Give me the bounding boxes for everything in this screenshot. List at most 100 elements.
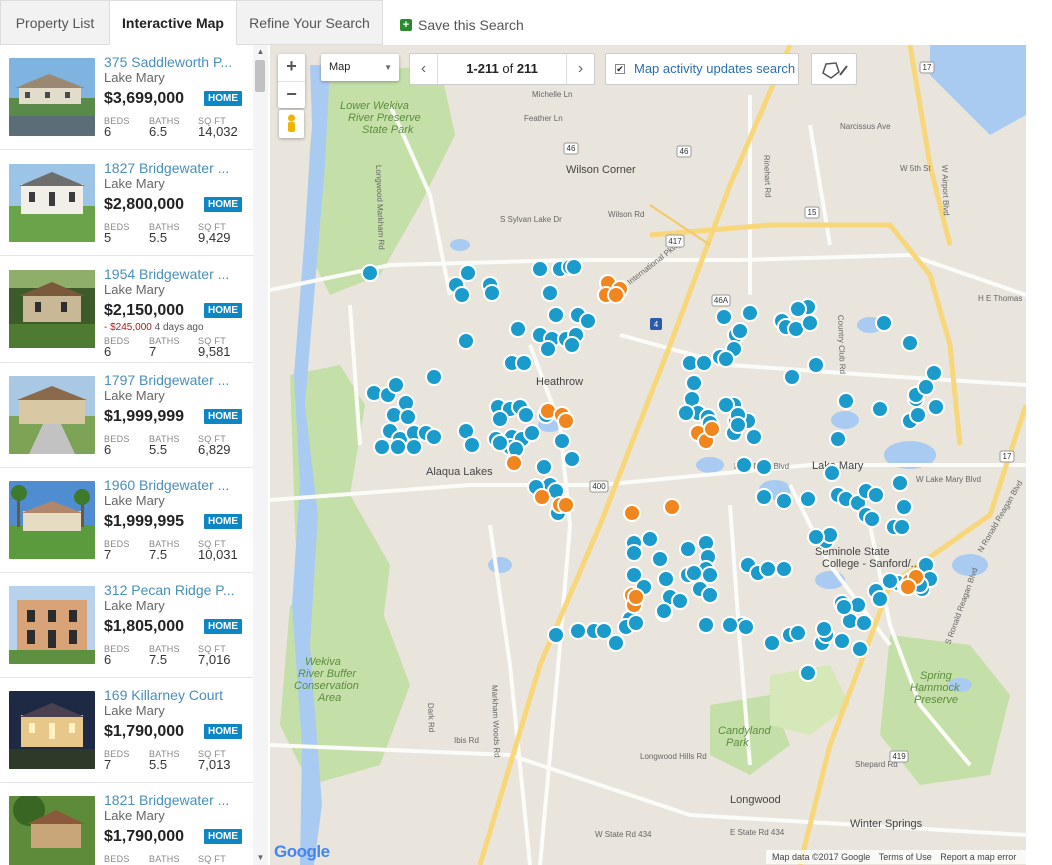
listing-marker[interactable] xyxy=(457,332,475,350)
scroll-up-arrow-icon[interactable]: ▲ xyxy=(253,47,268,57)
listing-marker[interactable] xyxy=(745,428,763,446)
listing-marker[interactable] xyxy=(535,458,553,476)
list-item[interactable]: 1960 Bridgewater ... Lake Mary $1,999,99… xyxy=(0,468,253,573)
listing-address[interactable]: 1797 Bridgewater ... xyxy=(104,372,246,388)
listing-address[interactable]: 169 Killarney Court xyxy=(104,687,246,703)
new-listing-marker[interactable] xyxy=(627,588,645,606)
list-item[interactable]: 1821 Bridgewater ... Lake Mary $1,790,00… xyxy=(0,783,253,865)
list-item[interactable]: 169 Killarney Court Lake Mary $1,790,000… xyxy=(0,678,253,783)
property-photo[interactable] xyxy=(9,270,95,348)
listing-marker[interactable] xyxy=(789,300,807,318)
listing-marker[interactable] xyxy=(625,544,643,562)
street-view-pegman-icon[interactable] xyxy=(279,110,304,138)
listing-marker[interactable] xyxy=(387,376,405,394)
listing-marker[interactable] xyxy=(737,618,755,636)
listing-marker[interactable] xyxy=(729,416,747,434)
list-item[interactable]: 1954 Bridgewater ... Lake Mary $2,150,00… xyxy=(0,257,253,363)
listing-marker[interactable] xyxy=(735,456,753,474)
listing-marker[interactable] xyxy=(641,530,659,548)
listing-marker[interactable] xyxy=(563,336,581,354)
listing-marker[interactable] xyxy=(539,340,557,358)
listing-marker[interactable] xyxy=(775,560,793,578)
zoom-in-button[interactable]: + xyxy=(278,54,305,81)
list-item[interactable]: 1797 Bridgewater ... Lake Mary $1,999,99… xyxy=(0,363,253,468)
listing-marker[interactable] xyxy=(579,312,597,330)
listing-marker[interactable] xyxy=(425,368,443,386)
listing-marker[interactable] xyxy=(685,564,703,582)
prev-page-button[interactable]: ‹ xyxy=(410,54,438,84)
listing-marker[interactable] xyxy=(783,368,801,386)
listing-marker[interactable] xyxy=(731,322,749,340)
listing-marker[interactable] xyxy=(655,602,673,620)
listing-marker[interactable] xyxy=(927,398,945,416)
listing-marker[interactable] xyxy=(531,260,549,278)
listing-marker[interactable] xyxy=(463,436,481,454)
tab-property-list[interactable]: Property List xyxy=(0,0,110,45)
scrollbar-thumb[interactable] xyxy=(255,60,265,92)
listing-marker[interactable] xyxy=(755,488,773,506)
listing-marker[interactable] xyxy=(563,450,581,468)
new-listing-marker[interactable] xyxy=(663,498,681,516)
listing-marker[interactable] xyxy=(389,438,407,456)
listing-marker[interactable] xyxy=(763,634,781,652)
listing-marker[interactable] xyxy=(491,434,509,452)
report-error-link[interactable]: Report a map error xyxy=(940,852,1016,862)
listing-marker[interactable] xyxy=(569,622,587,640)
property-photo[interactable] xyxy=(9,376,95,454)
next-page-button[interactable]: › xyxy=(566,54,594,84)
tab-interactive-map[interactable]: Interactive Map xyxy=(109,0,237,45)
listing-marker[interactable] xyxy=(565,258,583,276)
listing-address[interactable]: 1960 Bridgewater ... xyxy=(104,477,246,493)
new-listing-marker[interactable] xyxy=(505,454,523,472)
listing-marker[interactable] xyxy=(835,598,853,616)
listing-marker[interactable] xyxy=(871,590,889,608)
terms-link[interactable]: Terms of Use xyxy=(879,852,932,862)
listing-marker[interactable] xyxy=(677,404,695,422)
new-listing-marker[interactable] xyxy=(899,578,917,596)
map-type-select[interactable]: Map ▼ xyxy=(321,54,399,81)
property-photo[interactable] xyxy=(9,796,95,865)
listing-marker[interactable] xyxy=(881,572,899,590)
listing-marker[interactable] xyxy=(459,264,477,282)
listing-marker[interactable] xyxy=(547,626,565,644)
new-listing-marker[interactable] xyxy=(607,286,625,304)
listing-marker[interactable] xyxy=(517,406,535,424)
listing-marker[interactable] xyxy=(851,640,869,658)
listing-address[interactable]: 1954 Bridgewater ... xyxy=(104,266,246,282)
listing-marker[interactable] xyxy=(679,540,697,558)
listing-marker[interactable] xyxy=(595,622,613,640)
listing-marker[interactable] xyxy=(373,438,391,456)
draw-area-button[interactable] xyxy=(811,53,857,85)
listing-marker[interactable] xyxy=(901,334,919,352)
listing-marker[interactable] xyxy=(483,284,501,302)
list-item[interactable]: 312 Pecan Ridge P... Lake Mary $1,805,00… xyxy=(0,573,253,678)
list-item[interactable]: 1827 Bridgewater ... Lake Mary $2,800,00… xyxy=(0,151,253,256)
listing-marker[interactable] xyxy=(541,284,559,302)
property-photo[interactable] xyxy=(9,691,95,769)
tab-refine-search[interactable]: Refine Your Search xyxy=(236,0,383,45)
listing-marker[interactable] xyxy=(695,354,713,372)
listing-marker[interactable] xyxy=(799,490,817,508)
listing-marker[interactable] xyxy=(891,474,909,492)
map-activity-toggle[interactable]: ✔ Map activity updates search xyxy=(605,53,799,85)
listing-marker[interactable] xyxy=(515,354,533,372)
listing-marker[interactable] xyxy=(789,624,807,642)
property-photo[interactable] xyxy=(9,586,95,664)
listing-marker[interactable] xyxy=(837,392,855,410)
new-listing-marker[interactable] xyxy=(703,420,721,438)
listing-marker[interactable] xyxy=(425,428,443,446)
listing-marker[interactable] xyxy=(829,430,847,448)
listing-marker[interactable] xyxy=(833,632,851,650)
map-activity-checkbox[interactable]: ✔ xyxy=(615,64,625,74)
listing-marker[interactable] xyxy=(875,314,893,332)
listing-marker[interactable] xyxy=(671,592,689,610)
listing-marker[interactable] xyxy=(909,406,927,424)
listing-marker[interactable] xyxy=(823,464,841,482)
listing-marker[interactable] xyxy=(361,264,379,282)
zoom-out-button[interactable]: − xyxy=(278,81,305,108)
interactive-map[interactable]: Lower Wekiva River Preserve State Park W… xyxy=(270,45,1026,865)
scroll-down-arrow-icon[interactable]: ▼ xyxy=(253,853,268,863)
listing-marker[interactable] xyxy=(509,320,527,338)
listing-marker[interactable] xyxy=(893,518,911,536)
listing-address[interactable]: 312 Pecan Ridge P... xyxy=(104,582,246,598)
